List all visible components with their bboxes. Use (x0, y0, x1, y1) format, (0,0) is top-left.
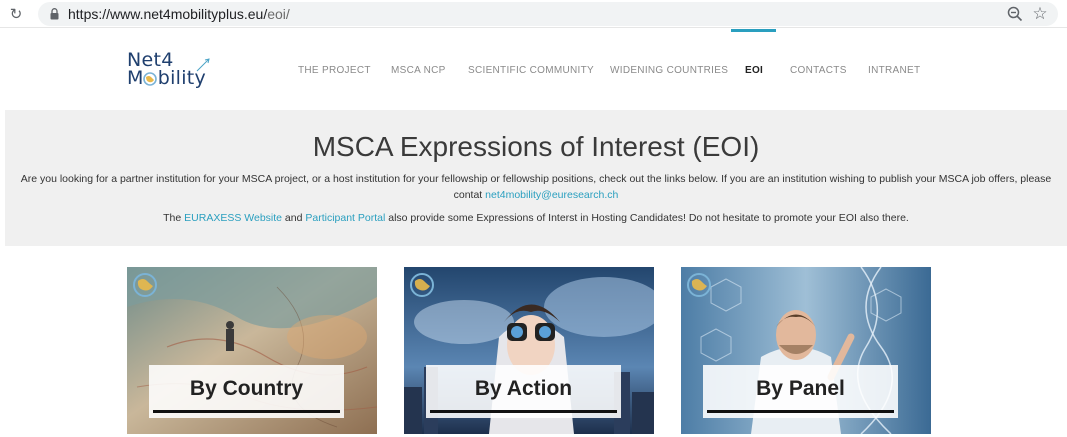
site-header: Net4 Mbility THE PROJECT MSCA NCP SCIENT… (0, 29, 1067, 109)
hero-intro: Are you looking for a partner institutio… (20, 173, 1052, 201)
url-text[interactable]: https://www.net4mobilityplus.eu/eoi/ (68, 6, 290, 22)
card-label-box: By Panel (703, 365, 898, 418)
bookmark-star-icon[interactable]: ☆ (1030, 4, 1050, 24)
card-label-box: By Action (426, 365, 621, 418)
reload-icon[interactable]: ↻ (6, 4, 26, 24)
card-underline (707, 410, 894, 413)
card-underline (430, 410, 617, 413)
globe-badge-icon (410, 273, 434, 297)
lock-icon (50, 8, 59, 20)
hero-section: MSCA Expressions of Interest (EOI) Are y… (5, 110, 1067, 246)
euraxess-link[interactable]: EURAXESS Website (184, 212, 282, 224)
browser-toolbar: ↻ https://www.net4mobilityplus.eu/eoi/ ☆ (0, 0, 1067, 28)
nav-item-eoi[interactable]: EOI (745, 65, 763, 76)
card-by-country[interactable]: By Country (127, 267, 377, 434)
nav-item-the-project[interactable]: THE PROJECT (298, 65, 371, 76)
card-underline (153, 410, 340, 413)
globe-icon (143, 72, 157, 86)
net4mobility-logo[interactable]: Net4 Mbility (127, 51, 217, 91)
nav-item-msca-ncp[interactable]: MSCA NCP (391, 65, 446, 76)
participant-portal-link[interactable]: Participant Portal (305, 212, 385, 224)
globe-badge-icon (133, 273, 157, 297)
globe-badge-icon (687, 273, 711, 297)
nav-item-scientific-community[interactable]: SCIENTIFIC COMMUNITY (468, 65, 594, 76)
card-by-panel[interactable]: By Panel (681, 267, 931, 434)
nav-item-widening-countries[interactable]: WIDENING COUNTRIES (610, 65, 728, 76)
nav-item-intranet[interactable]: INTRANET (868, 65, 920, 76)
contact-email-link[interactable]: net4mobility@euresearch.ch (485, 189, 618, 201)
card-label: By Country (189, 377, 304, 400)
nav-active-indicator (731, 29, 776, 32)
card-label: By Panel (756, 377, 845, 400)
nav-item-contacts[interactable]: CONTACTS (790, 65, 847, 76)
plane-icon (196, 58, 210, 72)
page-title: MSCA Expressions of Interest (EOI) (312, 131, 760, 162)
zoom-out-icon[interactable] (1006, 5, 1024, 23)
card-label-box: By Country (149, 365, 344, 418)
hero-note: The EURAXESS Website and Participant Por… (163, 212, 909, 224)
card-label: By Action (474, 377, 573, 400)
card-by-action[interactable]: By Action (404, 267, 654, 434)
address-bar[interactable]: https://www.net4mobilityplus.eu/eoi/ ☆ (38, 2, 1058, 26)
